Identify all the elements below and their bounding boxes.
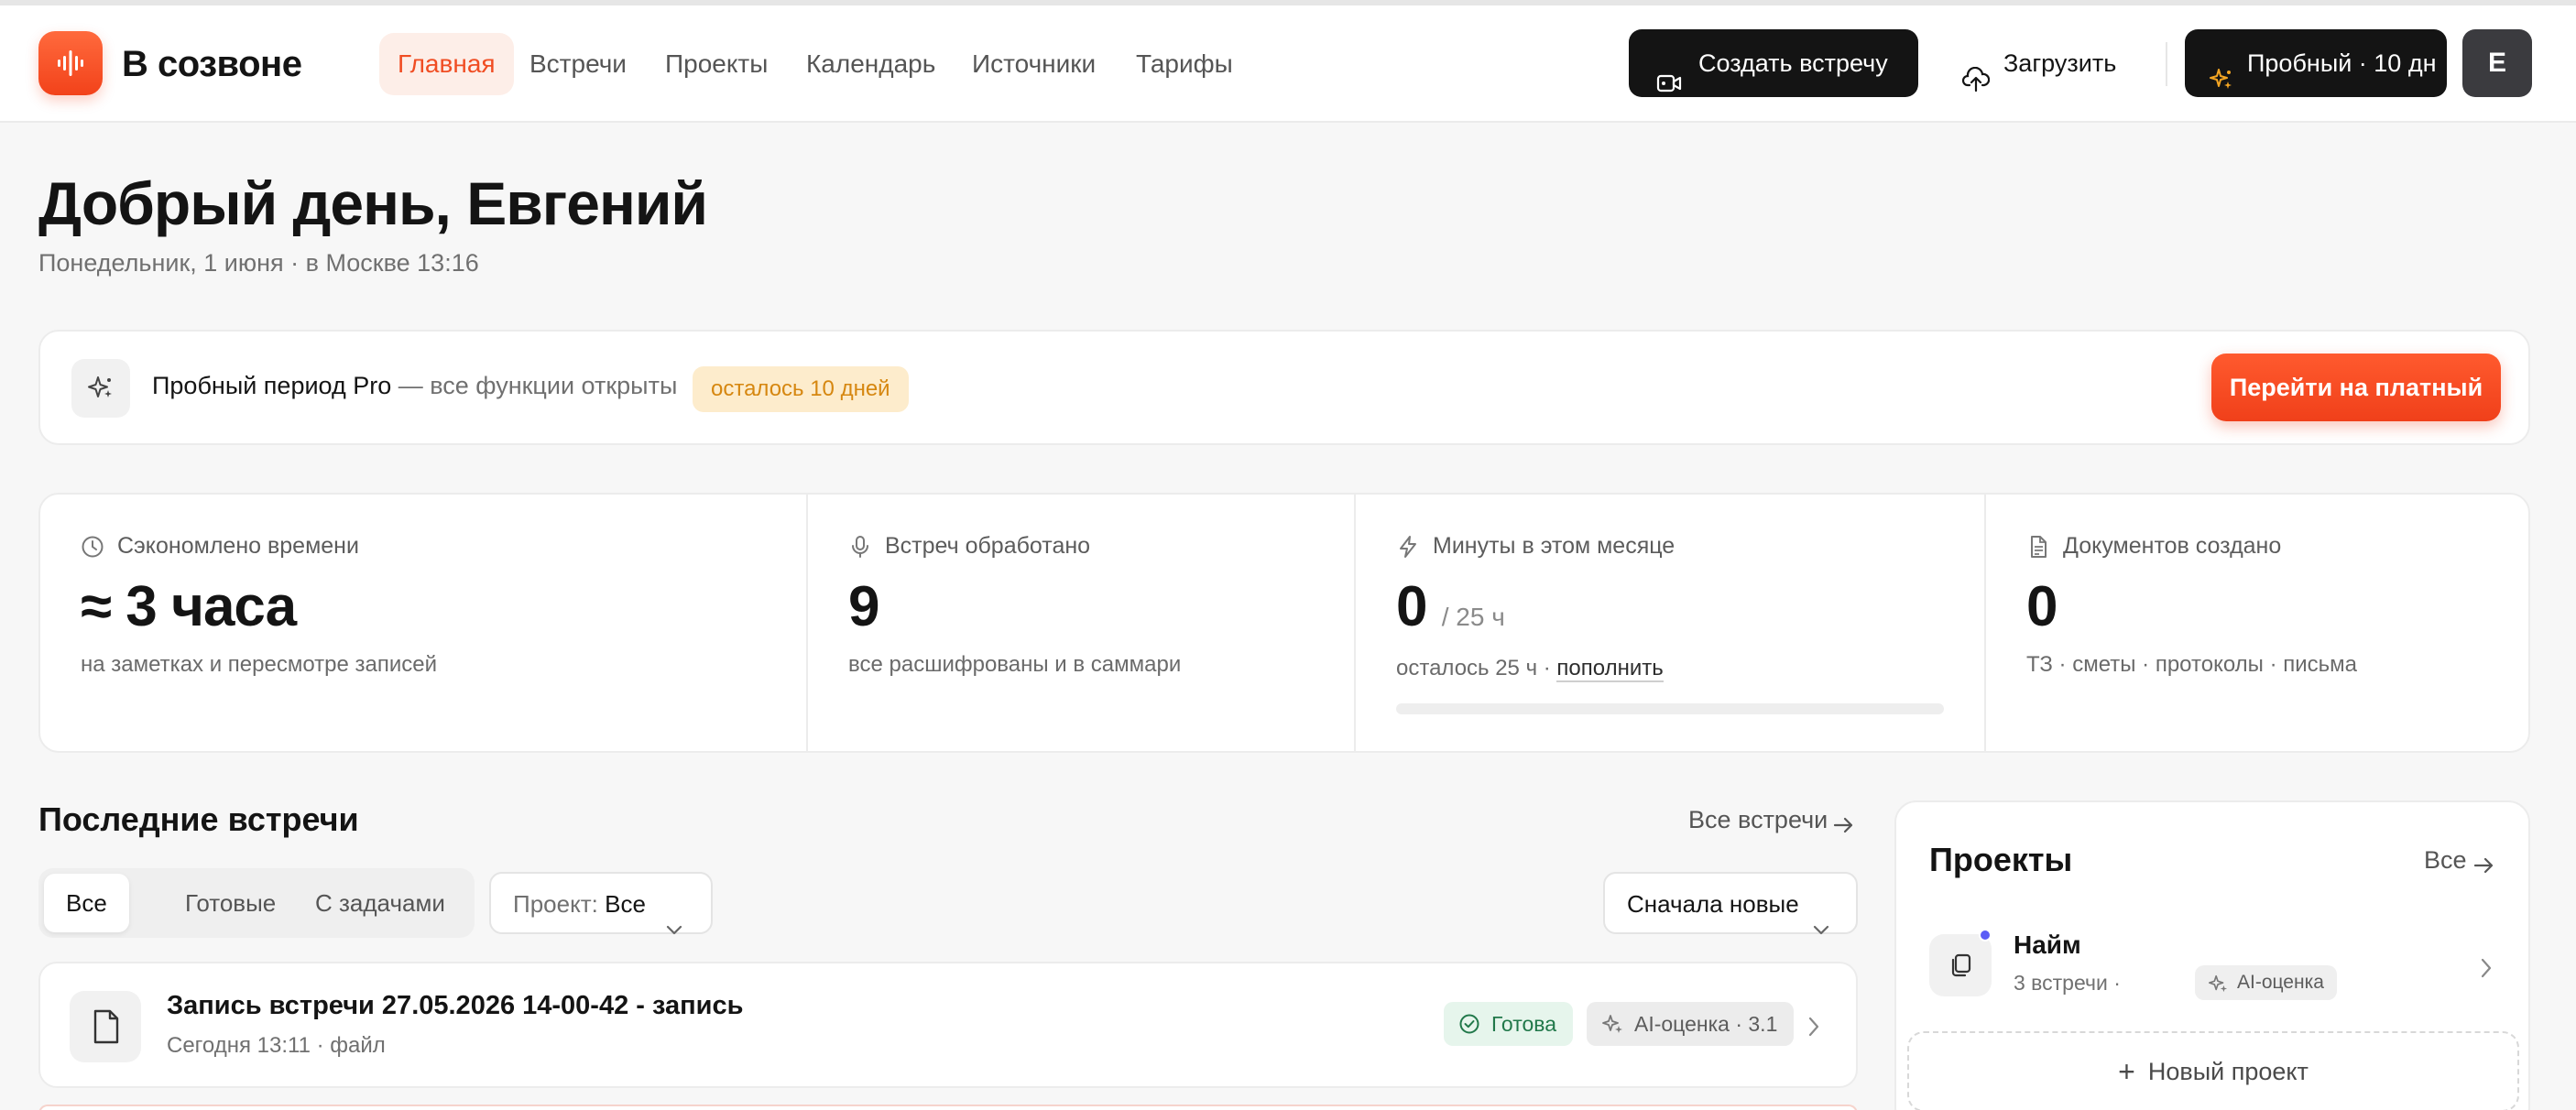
ai-score-badge: AI-оценка · 3.1	[1587, 1002, 1795, 1046]
meeting-row[interactable]	[38, 1105, 1858, 1110]
nav-item-pricing[interactable]: Тарифы	[1118, 33, 1251, 95]
ai-score-badge: AI-оценка	[2195, 965, 2337, 1000]
sparkles-icon	[1602, 1015, 1622, 1033]
lightning-icon	[1396, 535, 1420, 565]
sort-dropdown[interactable]: Сначала новые	[1603, 872, 1858, 935]
trial-banner: Пробный период Pro — все функции открыты…	[38, 330, 2530, 445]
project-name: Найм	[2014, 930, 2081, 959]
project-item[interactable]: Найм 3 встречи · AI-оценка	[1929, 927, 2497, 1007]
trial-label: Пробный · 10 дн	[2247, 49, 2437, 77]
minutes-progress-bar	[1396, 703, 1944, 714]
meeting-meta: Сегодня 13:11 · файл	[167, 1033, 386, 1058]
nav-item-meetings[interactable]: Встречи	[511, 33, 645, 95]
stat-value: ≈ 3 часа	[81, 575, 297, 638]
header-divider	[2166, 42, 2167, 86]
sparkles-icon	[2209, 50, 2234, 118]
project-filter-dropdown[interactable]: Проект: Все	[489, 872, 713, 935]
trial-banner-description: — все функции открыты	[391, 372, 678, 399]
stat-note: ТЗ · сметы · протоколы · письма	[2026, 652, 2357, 677]
all-projects-link[interactable]: Все	[2424, 846, 2494, 875]
trial-button[interactable]: Пробный · 10 дн	[2185, 29, 2447, 97]
project-filter-label: Проект:	[513, 890, 598, 918]
stats-panel: Сэкономлено времени ≈ 3 часа на заметках…	[38, 493, 2530, 753]
meeting-row[interactable]: Запись встречи 27.05.2026 14-00-42 - зап…	[38, 962, 1858, 1088]
stat-time-saved: Сэкономлено времени ≈ 3 часа на заметках…	[81, 533, 438, 677]
arrow-right-icon	[2473, 854, 2495, 882]
stat-minutes-month: Минуты в этом месяце 0 / 25 ч осталось 2…	[1354, 495, 1984, 751]
filter-tab-all[interactable]: Все	[44, 874, 129, 932]
stat-unit: / 25 ч	[1441, 603, 1505, 631]
filter-tab-ready[interactable]: Готовые	[163, 874, 298, 932]
project-status-dot	[1979, 929, 1992, 941]
trial-banner-title: Пробный период Pro	[152, 372, 392, 399]
create-meeting-label: Создать встречу	[1698, 49, 1888, 77]
nav-item-sources[interactable]: Источники	[954, 33, 1114, 95]
stat-documents-created: Документов создано 0 ТЗ · сметы · проток…	[1984, 495, 2528, 751]
stat-value: 9	[848, 575, 879, 638]
days-left-badge: осталось 10 дней	[693, 366, 909, 412]
upload-label: Загрузить	[2003, 49, 2117, 77]
upgrade-button[interactable]: Перейти на платный	[2211, 354, 2501, 421]
chevron-down-icon	[1812, 898, 1830, 958]
filter-tab-with-tasks[interactable]: С задачами	[293, 874, 467, 932]
page-title: Добрый день, Евгений	[38, 169, 708, 237]
clock-icon	[81, 535, 104, 565]
stat-note: все расшифрованы и в саммари	[848, 652, 1182, 677]
file-icon	[70, 991, 141, 1062]
chevron-down-icon	[665, 898, 683, 958]
stat-meetings-processed: Встреч обработано 9 все расшифрованы и в…	[806, 495, 1354, 751]
document-icon	[2026, 535, 2050, 565]
arrow-right-icon	[1833, 813, 1855, 842]
stat-note: осталось 25 ч · пополнить	[1396, 656, 1664, 682]
avatar[interactable]: Е	[2462, 29, 2532, 97]
copy-icon	[1929, 934, 1992, 996]
recent-meetings-title: Последние встречи	[38, 800, 359, 838]
top-up-link[interactable]: пополнить	[1556, 656, 1664, 682]
stat-value: 0 / 25 ч	[1396, 575, 1505, 638]
cloud-upload-icon	[1961, 50, 1991, 118]
check-circle-icon	[1459, 1014, 1479, 1034]
chevron-right-icon	[1806, 1015, 1821, 1043]
status-badge: Готова	[1444, 1002, 1574, 1046]
top-navbar: В созвоне Главная Встречи Проекты Календ…	[0, 5, 2576, 123]
video-icon	[1656, 52, 1682, 120]
all-meetings-link[interactable]: Все встречи	[1688, 806, 1853, 834]
nav-item-home[interactable]: Главная	[379, 33, 514, 95]
plus-icon: +	[2118, 1055, 2135, 1088]
app-name[interactable]: В созвоне	[122, 42, 302, 86]
projects-title: Проекты	[1929, 841, 2073, 878]
stat-value: 0	[2026, 575, 2058, 638]
new-project-button[interactable]: + Новый проект	[1907, 1031, 2519, 1110]
trial-banner-text: Пробный период Pro — все функции открыты	[152, 372, 677, 400]
sort-value: Сначала новые	[1627, 890, 1799, 918]
upload-button[interactable]: Загрузить	[1951, 29, 2134, 97]
page-subtitle: Понедельник, 1 июня · в Москве 13:16	[38, 249, 479, 277]
logo-icon[interactable]	[38, 31, 103, 95]
project-filter-value: Все	[605, 890, 646, 918]
sparkles-icon	[71, 359, 130, 418]
meetings-filter-tabs: Все Готовые С задачами	[38, 868, 475, 938]
projects-panel: Проекты Все Найм 3 встречи · AI-оценка +…	[1894, 800, 2530, 1110]
meeting-title: Запись встречи 27.05.2026 14-00-42 - зап…	[167, 991, 744, 1020]
stat-note: на заметках и пересмотре записей	[81, 652, 438, 677]
nav-item-projects[interactable]: Проекты	[647, 33, 786, 95]
microphone-icon	[848, 535, 872, 565]
chevron-right-icon	[2479, 956, 2494, 985]
nav-item-calendar[interactable]: Календарь	[788, 33, 954, 95]
create-meeting-button[interactable]: Создать встречу	[1629, 29, 1918, 97]
sparkles-icon	[2209, 974, 2228, 993]
project-meta: 3 встречи ·	[2014, 971, 2121, 995]
